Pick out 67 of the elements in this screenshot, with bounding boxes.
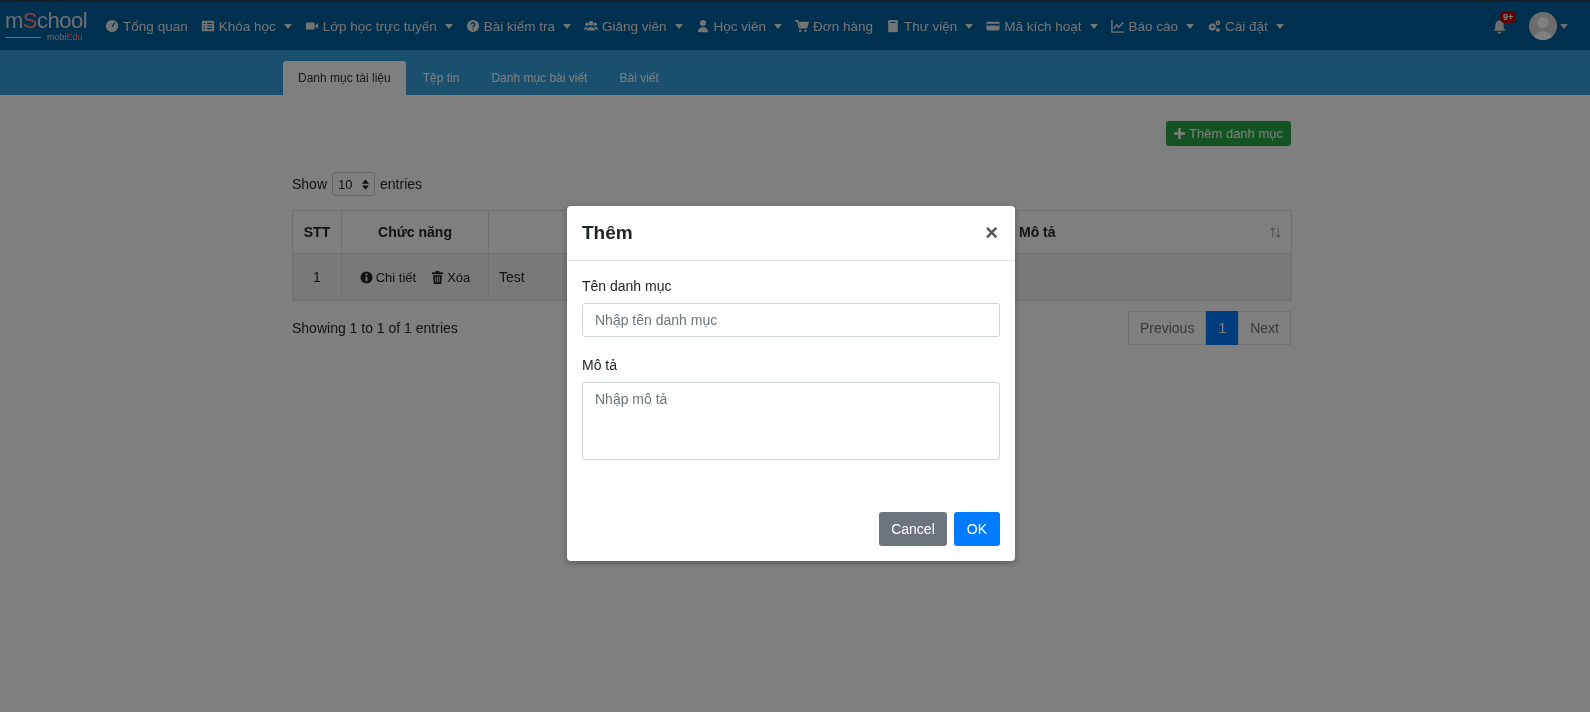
modal-title: Thêm xyxy=(582,222,633,244)
caret-icon xyxy=(283,23,292,29)
caret-icon xyxy=(965,23,974,29)
trash-icon xyxy=(431,270,445,284)
logo-wordmark[interactable]: mSchool xyxy=(5,10,88,32)
sort-arrows-icon xyxy=(362,178,370,190)
user-icon xyxy=(695,19,710,33)
caret-icon xyxy=(1186,23,1195,29)
detail-link[interactable]: Chi tiết xyxy=(359,269,417,285)
users-icon xyxy=(583,19,598,33)
ok-button[interactable]: OK xyxy=(953,512,1000,546)
nav-link[interactable]: Khóa học xyxy=(200,18,292,34)
cancel-button[interactable]: Cancel xyxy=(879,512,947,546)
nav-link[interactable]: Cài đặt xyxy=(1207,18,1284,34)
tab[interactable]: Danh mục tài liệu xyxy=(283,61,406,95)
caret-icon xyxy=(674,23,683,29)
add-category-button[interactable]: Thêm danh mục xyxy=(1166,121,1291,146)
nav-link[interactable]: Giảng viên xyxy=(583,18,683,34)
caret-icon xyxy=(1275,23,1284,29)
gauge-icon xyxy=(105,19,120,33)
line-chart-icon xyxy=(1110,19,1125,33)
nav-link[interactable]: Mã kích hoạt xyxy=(986,18,1098,34)
info-icon xyxy=(359,270,373,284)
caret-icon xyxy=(1089,23,1098,29)
credit-card-icon xyxy=(986,19,1001,33)
nav-link[interactable]: Bài kiểm tra xyxy=(465,18,571,34)
page-size-select[interactable]: 10 xyxy=(332,172,376,196)
column-header: Chức năng xyxy=(378,224,452,240)
nav-link[interactable]: Đơn hàng xyxy=(795,18,873,34)
entries-label: entries xyxy=(380,176,423,192)
delete-link[interactable]: Xóa xyxy=(431,269,471,285)
table-cell: Test xyxy=(499,269,525,285)
table-cell: 1 xyxy=(313,269,321,285)
caret-icon xyxy=(444,23,453,29)
textarea-field[interactable]: Nhập mô tả xyxy=(582,382,1000,460)
close-button[interactable]: × xyxy=(983,220,1000,246)
sort-icon xyxy=(1270,226,1281,238)
field-label: Tên danh mục xyxy=(582,278,673,294)
book-icon xyxy=(885,19,900,33)
tab[interactable]: Danh mục bài viết xyxy=(476,61,603,95)
nav-link[interactable]: Lớp học trực tuyến xyxy=(304,18,453,34)
caret-icon xyxy=(774,23,783,29)
question-circle-icon xyxy=(465,19,480,33)
tab[interactable]: Tệp tin xyxy=(407,61,475,95)
column-header: STT xyxy=(303,224,331,240)
pagination-link[interactable]: 1 xyxy=(1206,311,1239,345)
logo-subtitle: mobiEdu xyxy=(47,33,83,42)
nav-link[interactable]: Tổng quan xyxy=(105,18,188,34)
nav-link[interactable]: Thư viện xyxy=(885,18,974,34)
plus-icon xyxy=(1174,128,1186,139)
nav-link[interactable]: Học viên xyxy=(695,18,783,34)
caret-icon xyxy=(562,23,571,29)
cart-icon xyxy=(795,19,810,33)
show-label: Show xyxy=(292,176,328,192)
gears-icon xyxy=(1207,19,1222,33)
nav-link[interactable]: Báo cáo xyxy=(1110,18,1195,34)
notification-badge: 9+ xyxy=(1500,10,1517,23)
avatar-icon[interactable] xyxy=(1529,12,1557,40)
bell-icon[interactable] xyxy=(1492,18,1507,34)
table-info: Showing 1 to 1 of 1 entries xyxy=(292,320,458,336)
field-label: Mô tả xyxy=(582,357,618,373)
caret-icon xyxy=(1560,23,1568,29)
column-header[interactable]: Mô tả xyxy=(1019,224,1056,240)
list-icon xyxy=(200,19,215,33)
logo-rule xyxy=(5,36,41,39)
input-field[interactable]: Nhập tên danh mục xyxy=(582,303,1000,337)
tab[interactable]: Bài viết xyxy=(604,61,674,95)
